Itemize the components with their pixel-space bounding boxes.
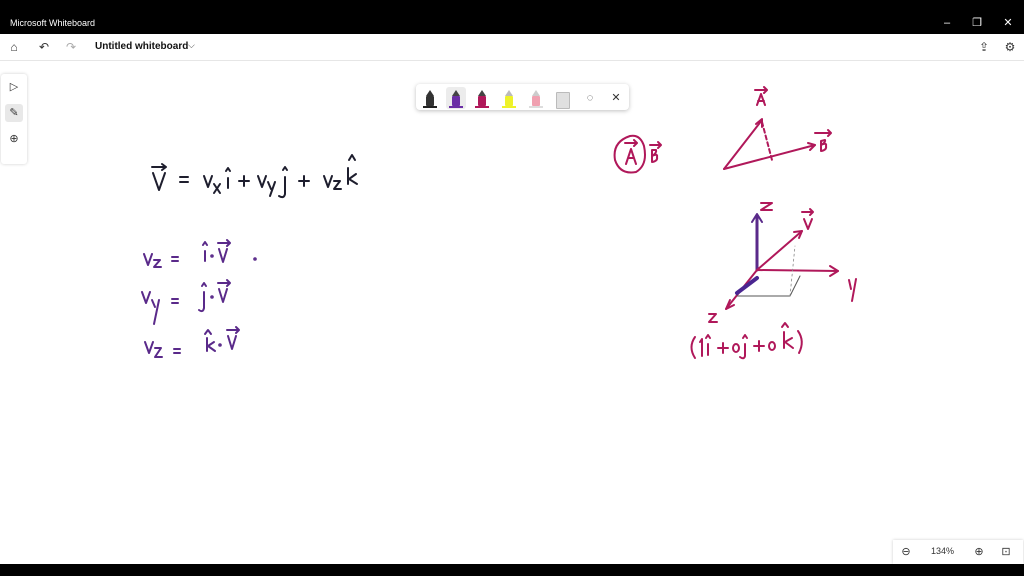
equation-main — [151, 154, 358, 199]
dot-product-sketch — [613, 86, 857, 360]
whiteboard-canvas[interactable] — [0, 0, 1024, 576]
component-equations — [141, 239, 257, 358]
